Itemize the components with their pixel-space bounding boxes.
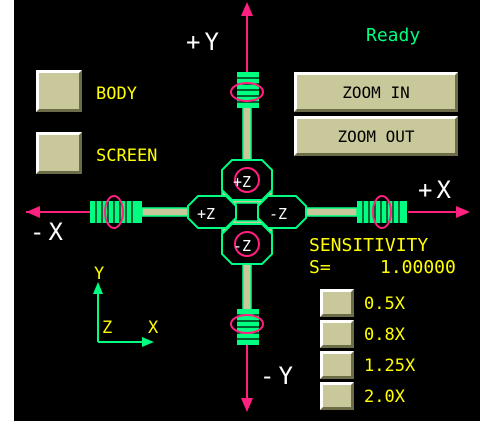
sensitivity-2-0x-button[interactable] (320, 382, 354, 410)
triad-z-label: Z (102, 318, 113, 338)
app-window: Ready BODY SCREEN ZOOM IN ZOOM OUT +Y -Y… (0, 0, 480, 421)
plus-x-handle[interactable] (357, 195, 407, 229)
sensitivity-0-8x-button[interactable] (320, 320, 354, 348)
plus-x-label: +X (418, 176, 455, 204)
center-top-label: +Z (233, 173, 252, 191)
sensitivity-0-5x-label: 0.5X (364, 294, 405, 314)
minus-x-label: -X (30, 218, 67, 246)
triad-y-label: Y (94, 264, 105, 284)
sensitivity-prefix: S= (309, 257, 331, 278)
center-right-label: -Z (269, 205, 288, 223)
sensitivity-1-25x-button[interactable] (320, 351, 354, 379)
sensitivity-2-0x-label: 2.0X (364, 387, 405, 407)
plus-y-handle[interactable] (230, 72, 264, 108)
triad-x-label: X (148, 318, 159, 338)
sensitivity-0-8x-label: 0.8X (364, 325, 405, 345)
plus-y-arrow[interactable] (241, 2, 253, 72)
minus-x-handle[interactable] (90, 195, 142, 229)
center-left-label: +Z (197, 205, 216, 223)
sensitivity-0-5x-button[interactable] (320, 289, 354, 317)
plus-y-label: +Y (186, 28, 223, 56)
minus-y-handle[interactable] (230, 309, 264, 345)
plus-x-arrow[interactable] (408, 206, 470, 218)
control-panel: Ready BODY SCREEN ZOOM IN ZOOM OUT +Y -Y… (14, 0, 480, 421)
sensitivity-1-25x-label: 1.25X (364, 356, 416, 376)
sensitivity-value: 1.00000 (380, 257, 456, 278)
minus-x-arrow[interactable] (26, 206, 90, 218)
sensitivity-title: SENSITIVITY (309, 235, 429, 256)
minus-y-arrow[interactable] (241, 345, 253, 412)
center-bottom-label: -Z (233, 237, 252, 255)
minus-y-label: -Y (260, 362, 297, 390)
